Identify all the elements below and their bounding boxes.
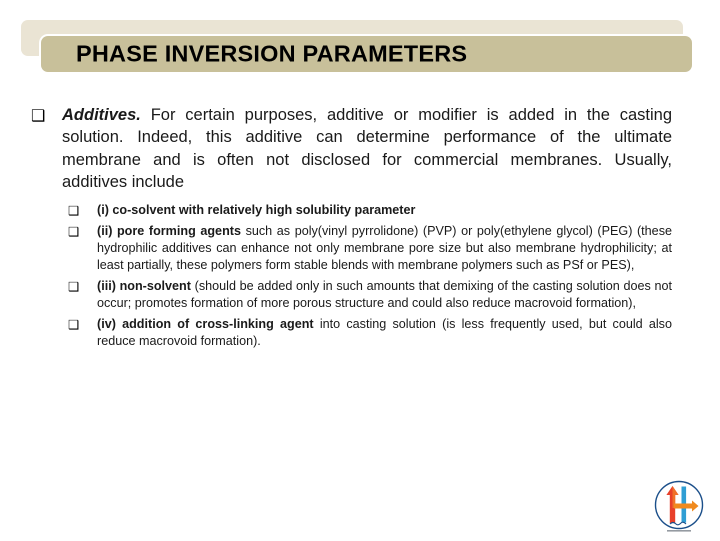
square-bullet-icon: ❑: [68, 317, 80, 332]
sub-bullet-ii-text: (ii) pore forming agents such as poly(vi…: [97, 223, 672, 275]
sub-bullet-ii-lead: (ii) pore forming agents: [97, 223, 241, 238]
sub-bullet-iv-lead: (iv) addition of cross-linking agent: [97, 316, 314, 331]
bullet-additives: ❑ Additives. For certain purposes, addit…: [0, 104, 720, 193]
sub-bullet-list: ❑ (i) co-solvent with relatively high so…: [0, 202, 720, 350]
institution-logo-icon: [654, 480, 704, 532]
square-bullet-icon: ❑: [68, 279, 80, 294]
sub-bullet-iii-lead: (iii) non-solvent: [97, 278, 191, 293]
sub-bullet-iii-text: (iii) non-solvent (should be added only …: [97, 278, 672, 313]
bullet-additives-lead: Additives.: [62, 106, 141, 124]
institution-logo: [650, 478, 708, 536]
sub-bullet-iv-text: (iv) addition of cross-linking agent int…: [97, 316, 672, 351]
square-bullet-icon: ❑: [68, 204, 80, 219]
square-bullet-icon: ❑: [31, 108, 46, 125]
title-bar: PHASE INVERSION PARAMETERS: [41, 36, 692, 72]
sub-bullet-i-lead: (i) co-solvent with relatively high solu…: [97, 203, 416, 218]
sub-bullet-iv: ❑ (iv) addition of cross-linking agent i…: [0, 316, 720, 351]
slide-title-area: PHASE INVERSION PARAMETERS: [0, 0, 720, 100]
sub-bullet-i-text: (i) co-solvent with relatively high solu…: [97, 202, 672, 219]
page-title: PHASE INVERSION PARAMETERS: [76, 40, 468, 67]
sub-bullet-ii: ❑ (ii) pore forming agents such as poly(…: [0, 223, 720, 275]
sub-bullet-iii: ❑ (iii) non-solvent (should be added onl…: [0, 278, 720, 313]
bullet-additives-body: For certain purposes, additive or modifi…: [62, 106, 672, 191]
square-bullet-icon: ❑: [68, 224, 80, 239]
slide-content: ❑ Additives. For certain purposes, addit…: [0, 104, 720, 353]
bullet-additives-text: Additives. For certain purposes, additiv…: [62, 104, 672, 193]
sub-bullet-i: ❑ (i) co-solvent with relatively high so…: [0, 202, 720, 219]
